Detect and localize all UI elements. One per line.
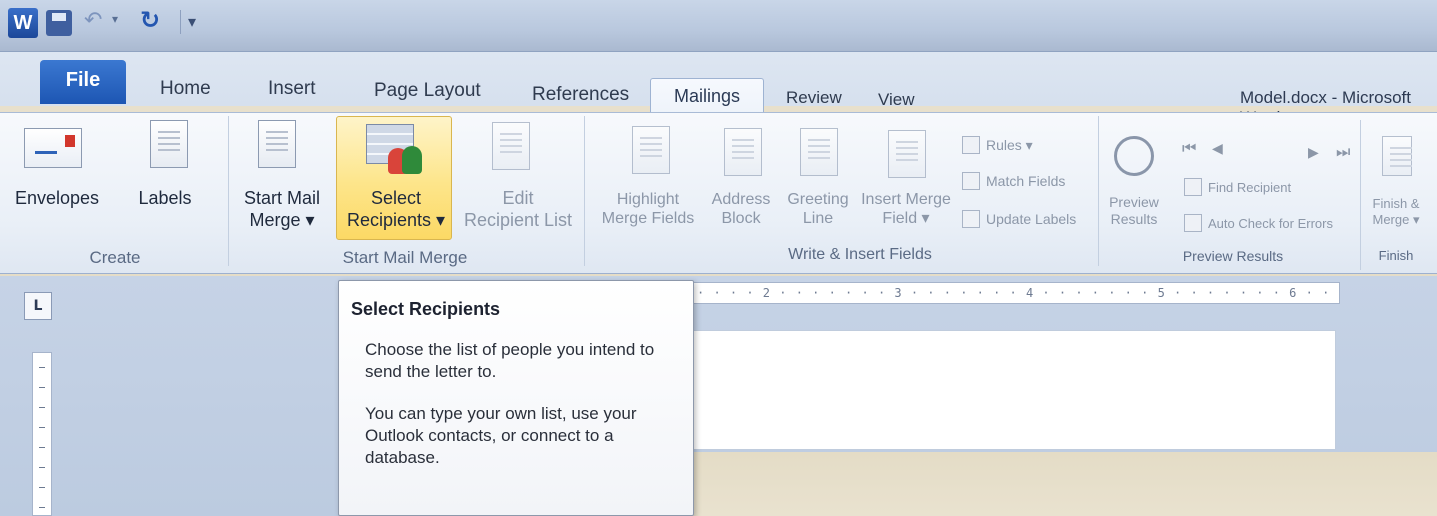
start-mail-merge-button[interactable]: Start Mail Merge ▾ [232,188,332,231]
finish-merge-button[interactable]: Finish & Merge ▾ [1364,196,1428,227]
tab-home[interactable]: Home [160,78,211,100]
word-window: W ↶ ▾ ↻ ▾ File Home Insert Page Layout R… [0,0,1437,516]
greeting-label-1: Greeting [787,191,849,208]
tab-view[interactable]: View [878,90,915,110]
envelopes-button[interactable]: Envelopes [2,188,112,210]
tooltip-body: Choose the list of people you intend to … [365,339,681,489]
start-mail-merge-icon [258,120,296,168]
preview-results-icon [1114,136,1154,176]
find-recipient-icon [1184,178,1202,196]
select-recipients-button[interactable]: Select Recipients ▾ [336,188,456,231]
vertical-ruler[interactable] [32,352,52,516]
edit-recipient-list-button[interactable]: Edit Recipient List [456,188,580,231]
save-icon[interactable] [46,10,72,36]
insert-merge-field-button[interactable]: Insert Merge Field ▾ [856,190,956,228]
start-mail-merge-label-1: Start Mail [243,188,321,208]
find-recipient-label: Find Recipient [1208,179,1292,195]
previous-record-icon[interactable]: ◀ [1212,140,1223,157]
tab-insert[interactable]: Insert [268,78,316,100]
edit-recipient-list-label-1: Edit [502,188,534,208]
select-recipients-label-2: Recipients ▾ [346,209,446,230]
tooltip-paragraph-1: Choose the list of people you intend to … [365,340,655,382]
redo-icon[interactable]: ↻ [140,6,160,34]
highlight-merge-fields-button[interactable]: Highlight Merge Fields [592,190,704,228]
tab-selector[interactable]: L [24,292,52,320]
first-record-icon[interactable]: ⏮ [1182,140,1196,158]
greeting-line-icon [800,128,838,176]
tab-file[interactable]: File [40,60,126,104]
tab-page-layout[interactable]: Page Layout [374,80,481,102]
address-label-1: Address [711,191,771,208]
tooltip-paragraph-2: You can type your own list, use your Out… [365,404,637,468]
insert-merge-label-2: Field ▾ [882,210,930,228]
group-divider [228,116,229,266]
match-fields-button[interactable]: Match Fields [962,172,1065,190]
preview-results-button[interactable]: Preview Results [1104,194,1164,228]
undo-dropdown-icon[interactable]: ▾ [112,12,118,26]
next-record-icon[interactable]: ▶ [1308,144,1319,161]
last-record-icon[interactable]: ⏭ [1336,144,1350,162]
address-block-button[interactable]: Address Block [706,190,776,228]
word-icon[interactable]: W [8,8,38,38]
group-label-preview-results: Preview Results [1182,248,1284,264]
greeting-label-2: Line [802,210,834,228]
customize-qat-icon[interactable]: ▾ [188,12,196,31]
qat-divider [180,10,181,34]
edit-recipient-list-icon [492,122,530,170]
insert-merge-field-icon [888,130,926,178]
find-recipient-button[interactable]: Find Recipient [1184,178,1291,196]
group-divider [584,116,585,266]
auto-check-errors-button[interactable]: Auto Check for Errors [1184,214,1333,232]
tab-references[interactable]: References [532,84,629,106]
group-divider [1360,120,1361,270]
auto-check-icon [1184,214,1202,232]
finish-merge-icon [1382,136,1412,176]
highlight-merge-fields-icon [632,126,670,174]
update-labels-icon [962,210,980,228]
insert-merge-label-1: Insert Merge [861,191,951,208]
preview-label-2: Results [1110,210,1158,227]
highlight-label-2: Merge Fields [601,210,695,228]
tab-review[interactable]: Review [786,88,842,108]
select-recipients-label-1: Select [370,188,422,208]
envelope-icon [24,128,82,168]
auto-check-label: Auto Check for Errors [1208,215,1333,231]
document-page[interactable] [690,330,1336,450]
tab-mailings[interactable]: Mailings [650,78,764,114]
quick-access-toolbar: W ↶ ▾ ↻ ▾ [0,0,1437,52]
horizontal-ruler[interactable]: · · · · 2 · · · · · · · 3 · · · · · · · … [690,282,1340,304]
group-label-finish: Finish [1378,248,1414,263]
highlight-label-1: Highlight [616,191,680,208]
labels-icon [150,120,188,168]
select-recipients-icon [366,124,428,180]
group-divider [1098,116,1099,266]
greeting-line-button[interactable]: Greeting Line [780,190,856,228]
update-labels-button[interactable]: Update Labels [962,210,1076,228]
labels-button[interactable]: Labels [120,188,210,210]
preview-label-1: Preview [1109,194,1159,210]
update-labels-label: Update Labels [986,211,1077,227]
edit-recipient-list-label-2: Recipient List [463,209,573,230]
address-block-icon [724,128,762,176]
match-fields-label: Match Fields [986,173,1066,189]
select-recipients-tooltip: Select Recipients Choose the list of peo… [338,280,694,516]
rules-icon [962,136,980,154]
background-area [690,452,1437,516]
rules-label: Rules ▾ [986,136,1033,153]
match-fields-icon [962,172,980,190]
group-label-write-insert: Write & Insert Fields [788,246,932,263]
finish-label-1: Finish & [1372,196,1420,211]
undo-icon[interactable]: ↶ [84,8,102,33]
tooltip-title: Select Recipients [351,299,501,319]
group-label-start-mail-merge: Start Mail Merge [342,248,468,267]
finish-label-2: Merge ▾ [1372,211,1420,227]
group-label-create: Create [89,248,141,267]
start-mail-merge-label-2: Merge ▾ [249,209,315,230]
address-label-2: Block [721,210,761,228]
rules-button[interactable]: Rules ▾ [962,136,1033,154]
